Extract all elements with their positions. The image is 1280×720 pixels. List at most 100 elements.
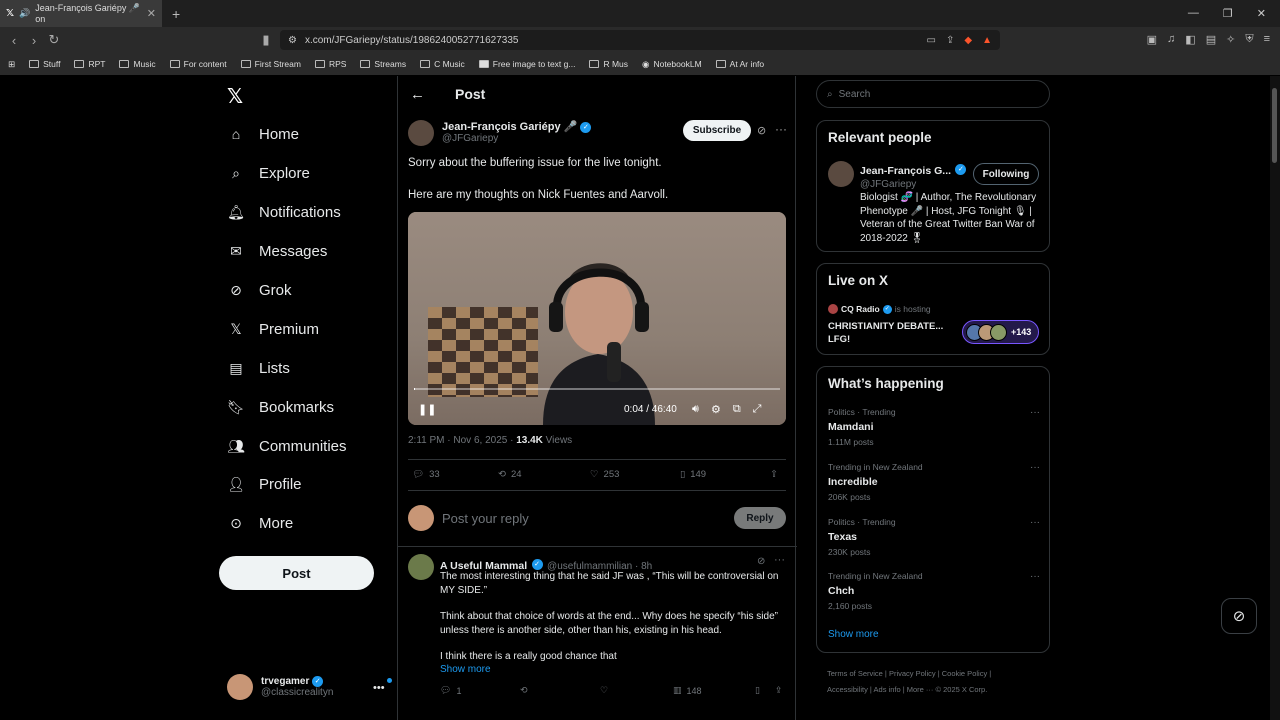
account-switcher[interactable]: trvegamer ✓ @classicrealityn ••• xyxy=(227,674,392,700)
nav-home[interactable]: ⌂ Home xyxy=(227,125,299,143)
wallet-icon[interactable]: ▤ xyxy=(1206,33,1216,46)
tab-audio-icon[interactable]: 🔊 xyxy=(19,8,30,19)
page-scrollbar[interactable] xyxy=(1270,76,1280,720)
trend-item[interactable]: Trending in New Zealand Chch 2,160 posts… xyxy=(828,571,1040,611)
close-tab-icon[interactable]: ✕ xyxy=(147,7,156,20)
reload-icon[interactable]: ↻ xyxy=(44,32,64,48)
menu-icon[interactable]: ≡ xyxy=(1264,33,1270,46)
sidebar-icon[interactable]: ▣ xyxy=(1147,33,1157,46)
more-options-icon[interactable]: ··· xyxy=(775,122,787,136)
scrollbar-thumb[interactable] xyxy=(1272,88,1277,163)
cast-icon[interactable]: ▭ xyxy=(927,35,936,46)
show-more-link[interactable]: Show more xyxy=(828,629,879,640)
live-listeners-pill[interactable]: +143 xyxy=(962,320,1039,344)
bookmark-item[interactable]: RPT xyxy=(74,59,105,69)
more-options-icon[interactable]: ··· xyxy=(1030,462,1040,473)
live-on-x-card[interactable]: Live on X CQ Radio ✓ is hosting CHRISTIA… xyxy=(816,263,1050,355)
subscribe-button[interactable]: Subscribe xyxy=(683,120,751,141)
show-more-link[interactable]: Show more xyxy=(440,664,491,675)
author-handle[interactable]: @JFGariepy xyxy=(442,133,591,144)
post-author[interactable]: Jean-François Gariépy 🎤 ✓ @JFGariepy xyxy=(408,120,592,146)
reply-action[interactable]: 💬︎ 33 xyxy=(412,469,498,480)
restore-icon[interactable]: ❐ xyxy=(1223,7,1233,20)
nav-messages[interactable]: ✉ Messages xyxy=(227,242,327,260)
bookmark-item[interactable]: RPS xyxy=(314,59,346,69)
trend-item[interactable]: Politics · Trending Mamdani 1.11M posts … xyxy=(828,407,1040,447)
share-action[interactable]: ⇪ xyxy=(770,469,778,480)
nav-explore[interactable]: ⌕ Explore xyxy=(227,164,310,182)
nav-bookmarks[interactable]: 🔖︎ Bookmarks xyxy=(227,398,334,416)
bookmark-item[interactable]: Streams xyxy=(360,59,406,69)
vpn-icon[interactable]: ⛨ xyxy=(1245,33,1253,46)
avatar[interactable] xyxy=(828,161,854,187)
bookmark-item[interactable]: Stuff xyxy=(29,59,60,69)
reply-action[interactable]: 💬︎ 1 xyxy=(440,685,520,696)
apps-grid-icon[interactable]: ⊞ xyxy=(8,59,15,70)
bookmark-item[interactable]: Music xyxy=(119,59,156,69)
repost-action[interactable]: ⟲ xyxy=(520,685,600,696)
minimize-icon[interactable]: — xyxy=(1188,7,1199,20)
more-options-icon[interactable]: ··· xyxy=(1030,517,1040,528)
browser-tab[interactable]: 𝕏 🔊 Jean-François Gariépy 🎤 on ✕ xyxy=(0,0,162,27)
grok-explain-icon[interactable]: ⊘ xyxy=(757,124,766,137)
repost-action[interactable]: ⟲ 24 xyxy=(498,469,590,480)
pip-icon[interactable]: ⧉ xyxy=(733,403,741,416)
footer-line[interactable]: Terms of Service | Privacy Policy | Cook… xyxy=(827,666,1047,682)
nav-profile[interactable]: 👤︎ Profile xyxy=(227,475,301,493)
share-icon[interactable]: ⇪ xyxy=(946,35,954,46)
grok-floating-button[interactable]: ⊘ xyxy=(1221,598,1257,634)
trend-item[interactable]: Trending in New Zealand Incredible 206K … xyxy=(828,462,1040,502)
avatar[interactable] xyxy=(408,554,434,580)
x-home-logo-icon[interactable]: 𝕏 xyxy=(227,84,243,109)
bookmark-item[interactable]: For content xyxy=(169,59,227,69)
reply-button[interactable]: Reply xyxy=(734,507,786,529)
brave-shield-icon[interactable]: ◆ xyxy=(964,35,972,46)
more-dots-icon[interactable]: ••• xyxy=(373,682,385,694)
back-arrow-icon[interactable]: ← xyxy=(410,86,425,103)
trend-item[interactable]: Politics · Trending Texas 230K posts ··· xyxy=(828,517,1040,557)
bookmark-item[interactable]: C Music xyxy=(420,59,465,69)
nav-more[interactable]: ⊙ More xyxy=(227,514,293,532)
close-window-icon[interactable]: ✕ xyxy=(1257,7,1266,20)
video-progress-bar[interactable] xyxy=(414,388,780,390)
post-timestamp[interactable]: 2:11 PM · Nov 6, 2025 · xyxy=(408,435,516,446)
person-name[interactable]: Jean-François G... xyxy=(860,165,951,177)
forward-icon[interactable]: › xyxy=(24,33,44,48)
live-host-name[interactable]: CQ Radio xyxy=(841,304,880,314)
site-info-icon[interactable]: ⚙ xyxy=(288,35,297,46)
author-avatar[interactable] xyxy=(408,120,434,146)
like-action[interactable]: ♡ 253 xyxy=(590,469,680,480)
more-options-icon[interactable]: ··· xyxy=(1030,407,1040,418)
nav-notifications[interactable]: 🔔︎ Notifications xyxy=(227,203,341,221)
nav-grok[interactable]: ⊘ Grok xyxy=(227,281,291,299)
brave-rewards-icon[interactable]: ▲ xyxy=(982,35,992,46)
ai-icon[interactable]: ✧ xyxy=(1226,33,1235,46)
views-action[interactable]: ▥ 148 xyxy=(673,685,755,696)
footer-line[interactable]: Accessibility | Ads info | More ··· © 20… xyxy=(827,682,1047,698)
address-bar[interactable]: ⚙ x.com/JFGariepy/status/198624005277162… xyxy=(280,30,1000,50)
bookmark-page-icon[interactable]: ▮ xyxy=(256,32,276,48)
bookmark-item[interactable]: Free image to text g... xyxy=(478,59,575,69)
like-action[interactable]: ♡ xyxy=(600,685,673,696)
video-player[interactable]: ❚❚ 0:04 / 46:40 🔊︎ ⚙ ⧉ ⤢ xyxy=(408,212,786,425)
volume-icon[interactable]: 🔊︎ xyxy=(692,403,699,416)
fullscreen-icon[interactable]: ⤢ xyxy=(753,403,762,416)
following-button[interactable]: Following xyxy=(973,163,1039,185)
grok-explain-icon[interactable]: ⊘ xyxy=(757,556,765,567)
nav-communities[interactable]: 👥︎ Communities xyxy=(227,437,346,455)
bookmark-action[interactable]: ▯ xyxy=(755,685,775,696)
bookmark-item[interactable]: First Stream xyxy=(240,59,301,69)
music-icon[interactable]: ♫ xyxy=(1167,33,1175,46)
post-button[interactable]: Post xyxy=(219,556,374,590)
search-input[interactable]: ⌕ Search xyxy=(816,80,1050,108)
bookmark-item[interactable]: R Mus xyxy=(589,59,628,69)
pause-icon[interactable]: ❚❚ xyxy=(418,403,436,416)
panel-icon[interactable]: ◧ xyxy=(1185,33,1195,46)
share-action[interactable]: ⇪ xyxy=(775,685,783,696)
reply-composer[interactable]: Post your reply Reply xyxy=(408,503,786,533)
back-icon[interactable]: ‹ xyxy=(4,33,24,48)
bookmark-action[interactable]: ▯ 149 xyxy=(680,469,770,480)
bookmark-item[interactable]: ◉ NotebookLM xyxy=(642,59,702,70)
person-handle[interactable]: @JFGariepy xyxy=(860,179,966,190)
author-name[interactable]: Jean-François Gariépy 🎤 xyxy=(442,121,577,133)
